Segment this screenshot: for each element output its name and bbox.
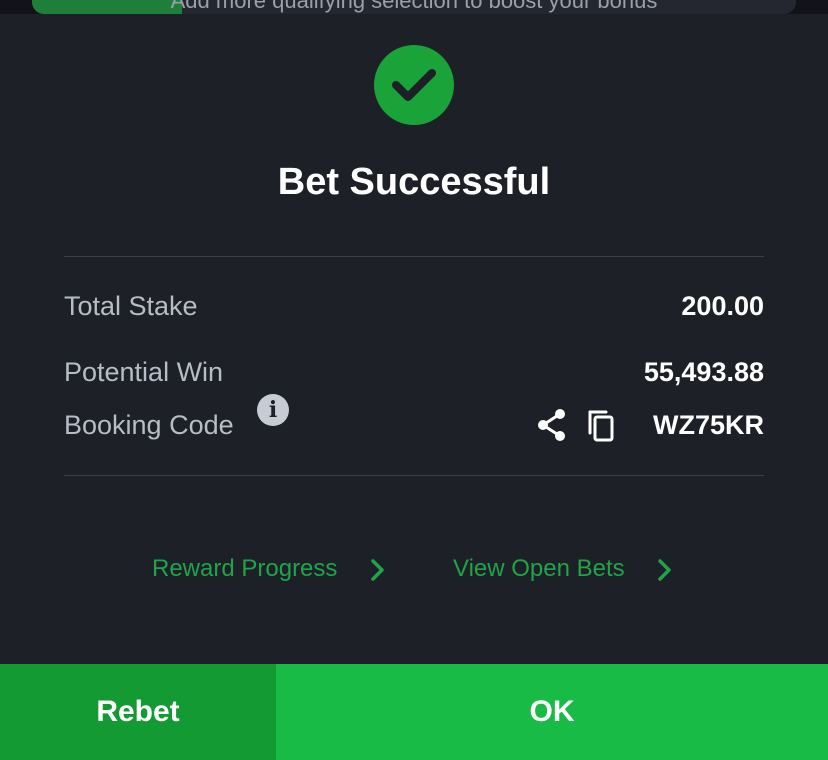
bonus-banner-text: Add more qualifying selection to boost y… bbox=[170, 0, 658, 13]
view-open-bets-link[interactable]: View Open Bets bbox=[453, 554, 671, 584]
bonus-banner[interactable]: Add more qualifying selection to boost y… bbox=[32, 0, 796, 14]
chevron-right-icon bbox=[658, 559, 671, 581]
total-stake-value: 200.00 bbox=[681, 291, 764, 321]
reward-progress-label: Reward Progress bbox=[152, 555, 338, 582]
potential-win-value: 55,493.88 bbox=[643, 357, 764, 387]
bet-success-dialog: Bet Successful Total Stake 200.00 Potent… bbox=[0, 14, 828, 664]
dialog-footer: Rebet OK bbox=[0, 664, 828, 760]
copy-icon[interactable] bbox=[584, 407, 620, 443]
rebet-button[interactable]: Rebet bbox=[0, 664, 276, 760]
bet-success-screen: Add more qualifying selection to boost y… bbox=[0, 0, 828, 760]
check-icon bbox=[374, 45, 454, 125]
booking-code-value[interactable]: WZ75KR bbox=[653, 409, 764, 441]
dialog-title: Bet Successful bbox=[277, 161, 551, 203]
potential-win-label: Potential Win bbox=[64, 357, 224, 387]
ok-button[interactable]: OK bbox=[276, 664, 828, 760]
reward-progress-link[interactable]: Reward Progress bbox=[152, 554, 384, 584]
chevron-right-icon bbox=[371, 559, 384, 581]
share-icon[interactable] bbox=[534, 407, 570, 443]
total-stake-label: Total Stake bbox=[64, 291, 198, 321]
divider-bottom bbox=[64, 475, 764, 476]
divider-top bbox=[64, 256, 764, 257]
booking-code-label: Booking Code bbox=[64, 410, 234, 440]
top-banner-strip: Add more qualifying selection to boost y… bbox=[0, 0, 828, 14]
view-open-bets-label: View Open Bets bbox=[453, 555, 625, 582]
info-icon[interactable]: i bbox=[257, 394, 289, 426]
